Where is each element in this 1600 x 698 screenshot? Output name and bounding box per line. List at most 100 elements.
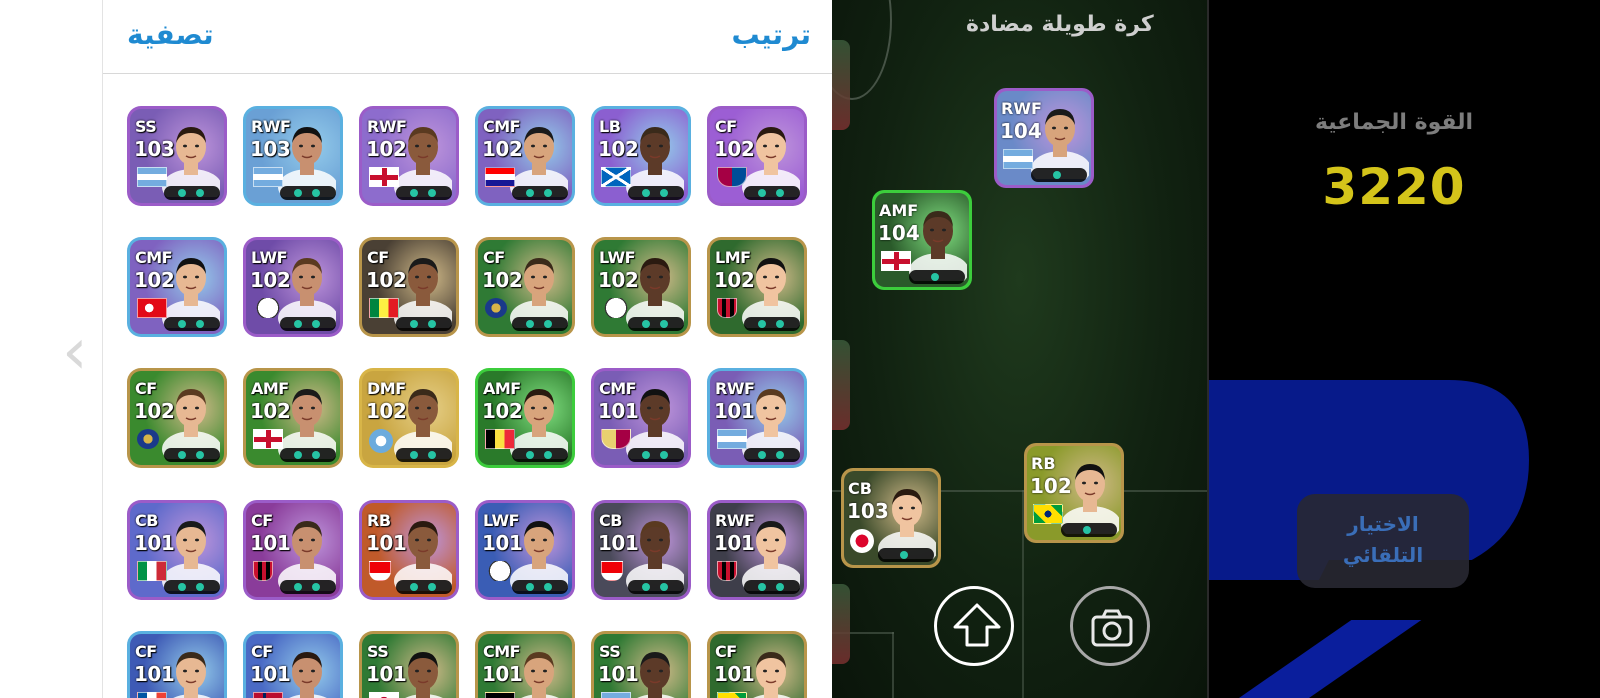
- card-inner: AMF 102: [478, 371, 572, 465]
- offscreen-player-card[interactable]: [832, 340, 850, 430]
- player-rating: 102: [714, 268, 755, 292]
- card-inner: RWF 102: [362, 109, 456, 203]
- player-card[interactable]: RWF 101: [707, 368, 807, 468]
- skill-indicator: [878, 548, 934, 562]
- player-rating: 102: [134, 268, 175, 292]
- player-rating: 101: [714, 662, 755, 686]
- auto-select-label-line2: التلقائي: [1342, 543, 1424, 567]
- player-rating: 102: [714, 137, 755, 161]
- player-position: RWF: [715, 511, 755, 530]
- nation-flag-icon: [253, 692, 283, 698]
- skill-indicator: [164, 186, 220, 200]
- card-inner: SS 101: [362, 634, 456, 698]
- player-card[interactable]: CB 101: [591, 500, 691, 600]
- player-card[interactable]: SS 103: [127, 106, 227, 206]
- offscreen-player-card[interactable]: [832, 40, 850, 130]
- nation-flag-icon: [485, 561, 515, 581]
- player-card[interactable]: LWF 102: [243, 237, 343, 337]
- player-card[interactable]: CF 102: [475, 237, 575, 337]
- player-card[interactable]: LB 102: [591, 106, 691, 206]
- team-sidebar: القوة الجماعية 3220 الاختيار التلقائي: [1207, 0, 1600, 698]
- player-card[interactable]: CMF 101: [591, 368, 691, 468]
- skill-indicator: [744, 186, 800, 200]
- card-inner: RB 102: [1027, 446, 1121, 540]
- player-card[interactable]: CMF 101: [475, 631, 575, 698]
- player-card[interactable]: LMF 102: [707, 237, 807, 337]
- player-card[interactable]: RB 101: [359, 500, 459, 600]
- player-position: RB: [367, 511, 391, 530]
- player-card[interactable]: AMF 102: [243, 368, 343, 468]
- nation-flag-icon: [369, 298, 399, 318]
- nation-flag-icon: [369, 429, 393, 453]
- player-card[interactable]: AMF 102: [475, 368, 575, 468]
- nation-flag-icon: [485, 692, 515, 698]
- camera-button[interactable]: [1070, 586, 1150, 666]
- card-inner: SS 103: [130, 109, 224, 203]
- player-rating: 101: [598, 399, 639, 423]
- nation-flag-icon: [137, 298, 167, 318]
- player-card[interactable]: SS 101: [591, 631, 691, 698]
- skill-indicator: [512, 317, 568, 331]
- player-rating: 102: [482, 137, 523, 161]
- player-card[interactable]: SS 101: [359, 631, 459, 698]
- card-inner: CF 101: [710, 634, 804, 698]
- player-card[interactable]: CF 101: [243, 631, 343, 698]
- auto-select-button[interactable]: الاختيار التلقائي: [1297, 494, 1469, 588]
- player-card[interactable]: CF 101: [707, 631, 807, 698]
- card-inner: CMF 101: [594, 371, 688, 465]
- card-inner: AMF 102: [246, 371, 340, 465]
- player-card[interactable]: RWF 101: [707, 500, 807, 600]
- player-rating: 101: [250, 662, 291, 686]
- offscreen-player-card[interactable]: [832, 584, 850, 664]
- nation-flag-icon: [369, 692, 399, 698]
- skill-indicator: [628, 448, 684, 462]
- filter-button[interactable]: تصفية: [127, 18, 214, 51]
- player-card[interactable]: DMF 102: [359, 368, 459, 468]
- player-rating: 102: [366, 268, 407, 292]
- player-position: CF: [367, 248, 389, 267]
- player-rating: 101: [366, 662, 407, 686]
- player-rating: 103: [250, 137, 291, 161]
- nation-flag-icon: [601, 298, 631, 318]
- player-card[interactable]: LWF 101: [475, 500, 575, 600]
- player-card[interactable]: CMF 102: [127, 237, 227, 337]
- pitch-player-card[interactable]: AMF 104: [872, 190, 972, 290]
- player-rating: 101: [134, 531, 175, 555]
- player-card[interactable]: RWF 102: [359, 106, 459, 206]
- skill-indicator: [744, 580, 800, 594]
- nation-flag-icon: [369, 561, 391, 581]
- player-card[interactable]: CF 101: [127, 631, 227, 698]
- skill-indicator: [512, 448, 568, 462]
- player-card[interactable]: CF 101: [243, 500, 343, 600]
- skill-indicator: [744, 317, 800, 331]
- player-card[interactable]: CB 101: [127, 500, 227, 600]
- player-card[interactable]: CF 102: [707, 106, 807, 206]
- player-position: SS: [367, 642, 389, 661]
- nation-flag-icon: [253, 429, 283, 449]
- player-rating: 102: [598, 268, 639, 292]
- card-inner: CF 101: [246, 634, 340, 698]
- upload-button[interactable]: [934, 586, 1014, 666]
- skill-indicator: [1031, 168, 1087, 182]
- player-card[interactable]: RWF 103: [243, 106, 343, 206]
- pitch-player-card[interactable]: RB 102: [1024, 443, 1124, 543]
- card-inner: LB 102: [594, 109, 688, 203]
- player-card[interactable]: CMF 102: [475, 106, 575, 206]
- player-card[interactable]: CF 102: [359, 237, 459, 337]
- player-card[interactable]: CF 102: [127, 368, 227, 468]
- player-card[interactable]: LWF 102: [591, 237, 691, 337]
- player-rating: 103: [847, 499, 889, 523]
- chevron-left-icon[interactable]: ‹: [62, 320, 92, 384]
- player-position: CMF: [483, 117, 521, 136]
- card-inner: CF 101: [246, 503, 340, 597]
- left-margin: ‹: [0, 0, 102, 698]
- player-position: CB: [848, 479, 872, 498]
- nation-flag-icon: [253, 561, 273, 581]
- skill-indicator: [164, 317, 220, 331]
- team-strength-label: القوة الجماعية: [1314, 110, 1474, 135]
- sort-button[interactable]: ترتيب: [731, 18, 811, 51]
- card-inner: SS 101: [594, 634, 688, 698]
- nation-flag-icon: [601, 692, 631, 698]
- pitch-player-card[interactable]: CB 103: [841, 468, 941, 568]
- pitch-player-card[interactable]: RWF 104: [994, 88, 1094, 188]
